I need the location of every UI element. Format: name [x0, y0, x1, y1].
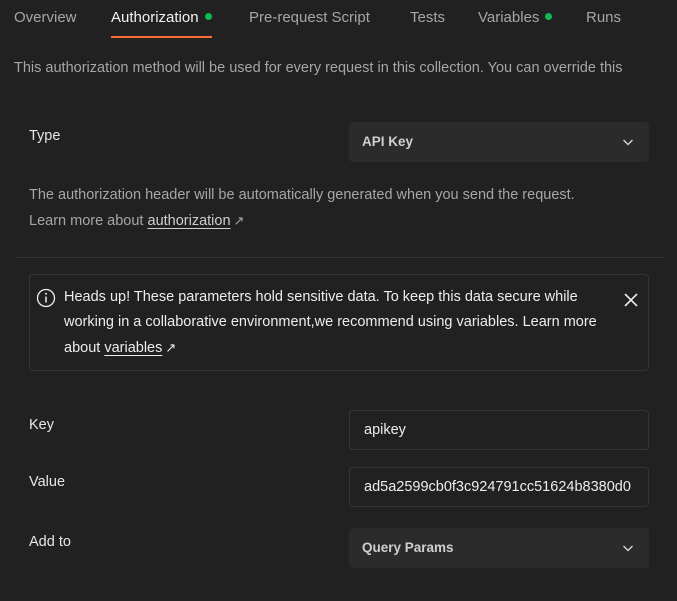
value-input[interactable]: ad5a2599cb0f3c924791cc51624b8380d0 [349, 467, 649, 507]
tab-tests-label: Tests [410, 9, 446, 26]
tab-authorization-label: Authorization [111, 9, 199, 26]
auth-help-text: The authorization header will be automat… [29, 183, 609, 234]
tab-authorization[interactable]: Authorization [111, 0, 212, 38]
tab-overview[interactable]: Overview [14, 0, 77, 38]
type-label: Type [29, 128, 61, 144]
tab-runs-label: Runs [586, 9, 622, 26]
alert-message: Heads up! These parameters hold sensitiv… [64, 285, 624, 361]
tab-variables[interactable]: Variables [478, 0, 553, 38]
key-label: Key [29, 417, 54, 433]
tab-variables-label: Variables [478, 9, 540, 26]
active-tab-indicator [111, 36, 212, 38]
tab-runs[interactable]: Runs [586, 0, 621, 38]
external-link-icon: ↗ [233, 213, 245, 228]
tab-overview-label: Overview [14, 9, 77, 26]
tab-tests[interactable]: Tests [410, 0, 445, 38]
auth-description: This authorization method will be used f… [14, 60, 623, 76]
tab-bar: Overview Authorization Pre-request Scrip… [0, 0, 677, 38]
value-label: Value [29, 474, 66, 490]
chevron-down-icon [622, 139, 634, 146]
external-link-icon: ↗ [165, 340, 177, 355]
tab-pre-request-label: Pre-request Script [249, 9, 370, 26]
modified-dot-icon [545, 13, 553, 20]
auth-type-value: API Key [362, 134, 414, 149]
add-to-label: Add to [29, 534, 71, 550]
variables-link[interactable]: variables [104, 340, 162, 356]
section-divider [15, 257, 664, 258]
tab-pre-request-script[interactable]: Pre-request Script [249, 0, 370, 38]
info-icon [36, 288, 56, 308]
auth-type-select[interactable]: API Key [349, 122, 649, 162]
collection-auth-page: Overview Authorization Pre-request Scrip… [0, 0, 677, 601]
add-to-value: Query Params [362, 540, 454, 555]
key-input[interactable]: apikey [349, 410, 649, 450]
modified-dot-icon [204, 13, 212, 20]
authorization-link[interactable]: authorization [148, 213, 231, 229]
auth-help-body: The authorization header will be automat… [29, 187, 575, 229]
chevron-down-icon [622, 545, 634, 552]
sensitive-data-alert: Heads up! These parameters hold sensitiv… [29, 274, 649, 371]
add-to-select[interactable]: Query Params [349, 528, 649, 568]
close-icon[interactable] [622, 291, 640, 309]
